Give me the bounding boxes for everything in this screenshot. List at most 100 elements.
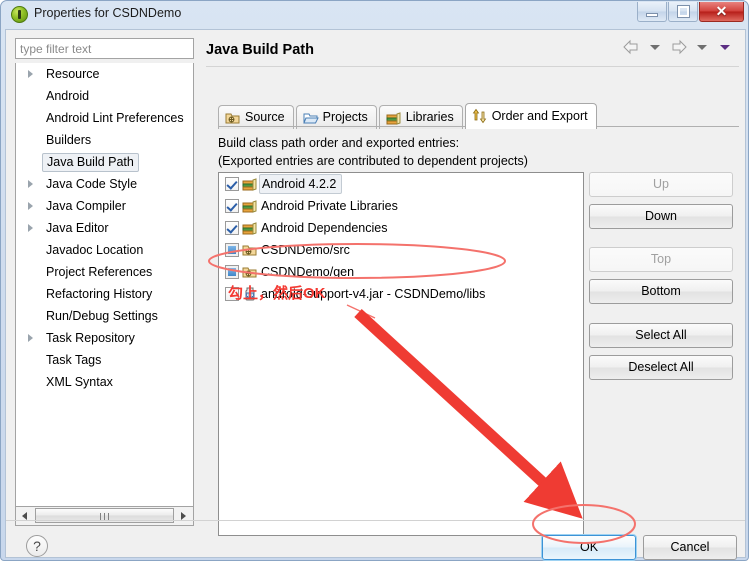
up-button: Up: [589, 172, 733, 197]
sidebar-item-label: Java Build Path: [42, 153, 139, 172]
select-all-button[interactable]: Select All: [589, 323, 733, 348]
ok-button[interactable]: OK: [541, 534, 637, 561]
classpath-entry-row[interactable]: CSDNDemo/gen: [219, 261, 583, 283]
sidebar-item-task-tags[interactable]: Task Tags: [16, 349, 193, 371]
close-button[interactable]: ✕: [699, 2, 744, 22]
back-arrow-icon[interactable]: [622, 39, 642, 55]
expand-arrow-icon[interactable]: [28, 202, 33, 210]
footer-divider: [6, 520, 745, 521]
entry-label: Android Dependencies: [261, 221, 388, 235]
expand-arrow-icon[interactable]: [28, 224, 33, 232]
tree-horizontal-scrollbar[interactable]: [15, 507, 194, 526]
filter-input[interactable]: [15, 38, 194, 59]
expand-arrow-icon[interactable]: [28, 70, 33, 78]
sidebar-item-java-compiler[interactable]: Java Compiler: [16, 195, 193, 217]
libraries-icon: [386, 112, 401, 125]
classpath-entry-row[interactable]: Android 4.2.2: [219, 173, 583, 195]
order-export-icon: [472, 108, 486, 124]
classpath-entry-row[interactable]: CSDNDemo/src: [219, 239, 583, 261]
sidebar-item-label: Project References: [46, 265, 153, 279]
bottom-button[interactable]: Bottom: [589, 279, 733, 304]
sidebar-item-javadoc-location[interactable]: Javadoc Location: [16, 239, 193, 261]
properties-dialog: Properties for CSDNDemo ✕ Resource Androi…: [0, 0, 749, 561]
cancel-button[interactable]: Cancel: [643, 535, 737, 560]
forward-arrow-icon[interactable]: [668, 39, 688, 55]
top-button: Top: [589, 247, 733, 272]
navigation-arrows: [622, 39, 735, 59]
deselect-all-button[interactable]: Deselect All: [589, 355, 733, 380]
sidebar-item-resource[interactable]: Resource: [16, 63, 193, 85]
library-icon: [242, 178, 257, 191]
package-folder-icon: [242, 242, 258, 258]
library-icon: [242, 198, 258, 214]
sidebar-item-java-editor[interactable]: Java Editor: [16, 217, 193, 239]
title-bar: Properties for CSDNDemo ✕: [1, 1, 749, 29]
sidebar-item-android-lint-preferences[interactable]: Android Lint Preferences: [16, 107, 193, 129]
tab-label: Order and Export: [491, 109, 588, 123]
down-button[interactable]: Down: [589, 204, 733, 229]
library-icon: [242, 200, 257, 213]
sidebar-item-label: Javadoc Location: [46, 243, 144, 257]
dialog-body: Resource Android Android Lint Preferences B…: [5, 29, 746, 561]
sidebar-item-label: Task Repository: [46, 331, 135, 345]
sidebar-item-label: Task Tags: [46, 353, 102, 367]
sidebar-item-java-build-path[interactable]: Java Build Path: [16, 151, 193, 173]
sidebar-item-label: Resource: [46, 67, 100, 81]
projects-folder-icon: [302, 110, 319, 126]
header-divider: [206, 66, 739, 67]
entry-label: Android 4.2.2: [259, 174, 343, 194]
annotation-note: 勾上，然后OK: [228, 285, 326, 302]
view-menu-icon[interactable]: [720, 44, 730, 50]
scroll-left-icon[interactable]: [16, 507, 33, 524]
classpath-entries-list[interactable]: Android 4.2.2 Android Private Libraries An…: [218, 172, 584, 536]
sidebar-item-project-references[interactable]: Project References: [16, 261, 193, 283]
entry-checkbox: [225, 265, 239, 279]
sidebar-item-task-repository[interactable]: Task Repository: [16, 327, 193, 349]
library-icon: [242, 220, 258, 236]
entry-checkbox[interactable]: [225, 199, 239, 213]
sidebar-item-java-code-style[interactable]: Java Code Style: [16, 173, 193, 195]
entry-label: CSDNDemo/gen: [261, 265, 355, 279]
sidebar-item-refactoring-history[interactable]: Refactoring History: [16, 283, 193, 305]
sidebar-item-run-debug-settings[interactable]: Run/Debug Settings: [16, 305, 193, 327]
settings-tree[interactable]: Resource Android Android Lint Preferences B…: [15, 63, 194, 507]
help-button[interactable]: ?: [26, 535, 48, 557]
sidebar-item-label: Java Compiler: [46, 199, 126, 213]
classpath-entry-row[interactable]: Android Private Libraries: [219, 195, 583, 217]
sidebar-item-label: Refactoring History: [46, 287, 153, 301]
expand-arrow-icon[interactable]: [28, 334, 33, 342]
tab-label: Projects: [322, 110, 368, 124]
projects-folder-icon: [302, 113, 319, 124]
sidebar-item-label: Run/Debug Settings: [46, 309, 158, 323]
minimize-button[interactable]: [637, 2, 667, 22]
sidebar-item-builders[interactable]: Builders: [16, 129, 193, 151]
entry-checkbox[interactable]: [225, 221, 239, 235]
sidebar-item-label: XML Syntax: [46, 375, 113, 389]
sidebar-item-label: Java Editor: [46, 221, 109, 235]
package-folder-icon: [242, 245, 257, 256]
package-folder-icon: [242, 264, 258, 280]
expand-arrow-icon[interactable]: [28, 180, 33, 188]
classpath-entry-row[interactable]: Android Dependencies: [219, 217, 583, 239]
maximize-button[interactable]: [668, 2, 698, 22]
library-icon: [242, 176, 258, 192]
back-history-chevron-down-icon[interactable]: [649, 44, 660, 50]
sidebar-item-xml-syntax[interactable]: XML Syntax: [16, 371, 193, 393]
scroll-right-icon[interactable]: [176, 507, 193, 524]
description-line-1: Build class path order and exported entr…: [218, 136, 460, 150]
tab-order-and-export[interactable]: Order and Export: [464, 103, 597, 129]
sidebar-item-android[interactable]: Android: [16, 85, 193, 107]
libraries-icon: [386, 110, 402, 126]
entry-checkbox[interactable]: [225, 177, 239, 191]
order-export-icon: [472, 108, 488, 124]
forward-history-chevron-down-icon[interactable]: [696, 44, 707, 50]
entry-label: Android Private Libraries: [261, 199, 398, 213]
build-path-tabs: Source Projects Libraries Order and Export: [218, 103, 599, 129]
tab-label: Source: [245, 110, 285, 124]
close-icon: ✕: [715, 3, 728, 19]
page-title: Java Build Path: [206, 42, 314, 58]
entry-checkbox: [225, 243, 239, 257]
entry-label: CSDNDemo/src: [261, 243, 350, 257]
eclipse-icon: [11, 6, 28, 23]
description-line-2: (Exported entries are contributed to dep…: [218, 154, 528, 168]
